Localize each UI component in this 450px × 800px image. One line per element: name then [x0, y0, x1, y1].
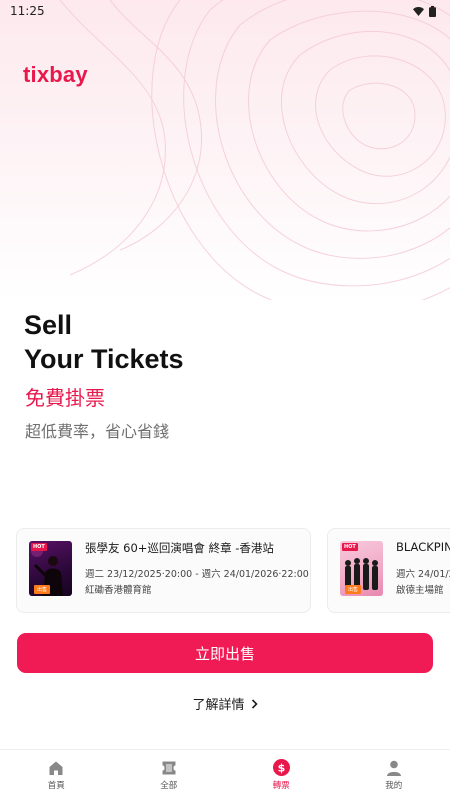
bottom-nav: 首頁 全部 $ 轉票 我的: [0, 749, 450, 800]
event-card[interactable]: HOT 出售 BLACKPINK 週六 24/01/2 啟德主場館: [327, 528, 450, 613]
hero-tagline: 超低費率，省心省錢: [25, 422, 170, 441]
svg-text:$: $: [277, 762, 285, 775]
hero-background: [0, 0, 450, 300]
status-icons: [413, 5, 436, 17]
learn-more-label: 了解詳情: [192, 698, 245, 713]
battery-icon: [429, 5, 436, 17]
hero-title-line2: Your Tickets: [24, 344, 184, 374]
nav-item-home[interactable]: 首頁: [0, 750, 113, 800]
hot-badge: HOT: [342, 543, 358, 551]
nav-label: 轉票: [272, 781, 290, 791]
sell-badge: 出售: [34, 585, 51, 594]
dollar-icon: $: [272, 759, 290, 776]
sell-badge: 出售: [345, 585, 362, 594]
event-carousel[interactable]: HOT 出售 張學友 60+巡回演唱會 終章 -香港站 週二 23/12/202…: [0, 528, 450, 614]
nav-label: 全部: [160, 781, 178, 791]
event-poster: HOT 出售: [29, 541, 72, 596]
event-card[interactable]: HOT 出售 張學友 60+巡回演唱會 終章 -香港站 週二 23/12/202…: [16, 528, 311, 613]
hot-badge: HOT: [31, 543, 47, 551]
topographic-pattern: [59, 0, 450, 300]
event-title: BLACKPINK: [396, 540, 450, 554]
nav-item-profile[interactable]: 我的: [338, 750, 450, 800]
ticket-icon: [160, 759, 177, 776]
nav-label: 首頁: [47, 781, 65, 791]
chevron-right-icon: [251, 698, 258, 709]
event-date: 週二 23/12/2025·20:00 - 週六 24/01/2026·22:0…: [85, 569, 309, 580]
wifi-icon: [413, 6, 424, 16]
user-icon: [385, 759, 402, 776]
hero-title: Sell Your Tickets: [24, 308, 184, 376]
nav-item-all[interactable]: 全部: [113, 750, 226, 800]
event-venue: 啟德主場館: [396, 585, 444, 596]
hero-subtitle: 免費掛票: [25, 386, 105, 410]
home-icon: [48, 759, 65, 776]
status-bar: 11:25: [0, 0, 450, 22]
event-date: 週六 24/01/2: [396, 569, 450, 580]
event-poster: HOT 出售: [340, 541, 383, 596]
brand-logo: tixbay: [23, 62, 88, 87]
event-venue: 紅磡香港體育館: [85, 585, 152, 596]
hero-title-line1: Sell: [24, 310, 73, 340]
event-title: 張學友 60+巡回演唱會 終章 -香港站: [85, 541, 274, 555]
nav-item-resale[interactable]: $ 轉票: [225, 750, 338, 800]
status-time: 11:25: [10, 4, 45, 18]
nav-label: 我的: [385, 781, 403, 791]
learn-more-link[interactable]: 了解詳情: [0, 694, 450, 713]
sell-now-button[interactable]: 立即出售: [17, 633, 433, 673]
